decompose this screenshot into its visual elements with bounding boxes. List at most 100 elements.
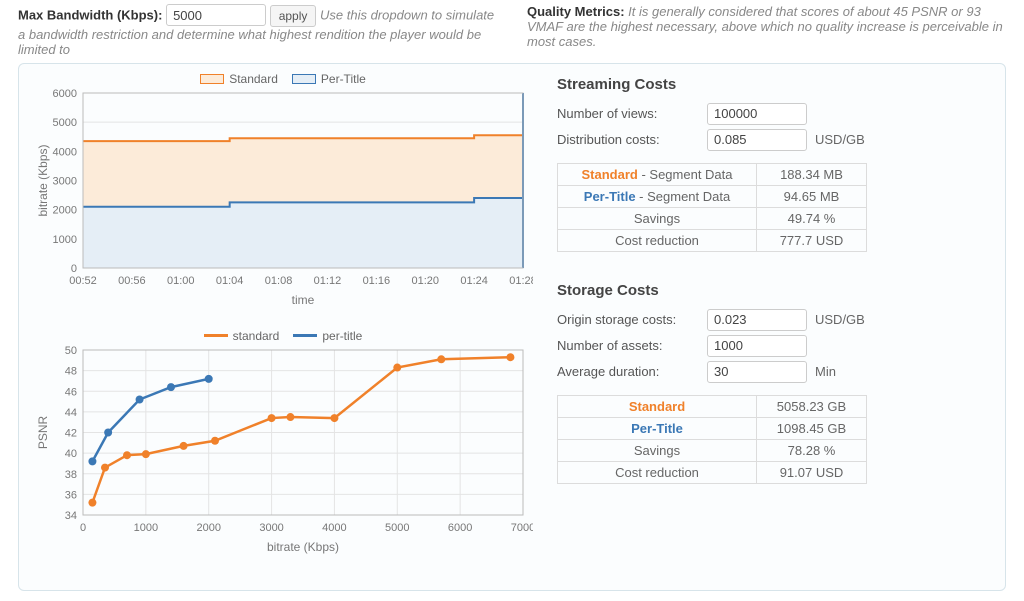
table-row: Per-Title1098.45 GB	[558, 417, 867, 439]
svg-text:3000: 3000	[259, 522, 283, 534]
svg-text:5000: 5000	[53, 117, 77, 129]
svg-text:0: 0	[71, 263, 77, 275]
table-row: Standard - Segment Data188.34 MB	[558, 163, 867, 185]
max-bandwidth-label: Max Bandwidth (Kbps):	[18, 8, 162, 23]
svg-text:01:04: 01:04	[216, 275, 244, 287]
legend-swatch-per-title	[293, 334, 317, 337]
svg-text:5000: 5000	[385, 522, 409, 534]
legend-swatch-per-title	[292, 74, 316, 84]
svg-text:01:24: 01:24	[460, 275, 488, 287]
svg-text:01:16: 01:16	[363, 275, 391, 287]
row-label: Savings	[558, 439, 757, 461]
chart2-svg: 34 36 38 40 42 44 46 48 50 0 1000 2000 3000 4000 5000 6…	[33, 345, 533, 555]
apply-button[interactable]: apply	[270, 5, 317, 27]
row-value: 1098.45 GB	[757, 417, 867, 439]
origin-cost-input[interactable]	[707, 309, 807, 331]
duration-label: Average duration:	[557, 364, 707, 379]
row-value: 188.34 MB	[757, 163, 867, 185]
row-value: 78.28 %	[757, 439, 867, 461]
assets-label: Number of assets:	[557, 338, 707, 353]
row-value: 5058.23 GB	[757, 395, 867, 417]
dist-costs-input[interactable]	[707, 129, 807, 151]
table-row: Savings49.74 %	[558, 207, 867, 229]
row-label: Standard	[558, 395, 757, 417]
table-row: Standard5058.23 GB	[558, 395, 867, 417]
svg-text:01:08: 01:08	[265, 275, 293, 287]
chart1-legend: Standard Per-Title	[33, 72, 533, 86]
svg-text:44: 44	[65, 406, 77, 418]
top-bar: Max Bandwidth (Kbps): apply Use this dro…	[18, 4, 1006, 57]
table-row: Cost reduction777.7 USD	[558, 229, 867, 251]
svg-text:PSNR: PSNR	[36, 415, 50, 449]
dist-costs-unit: USD/GB	[815, 132, 865, 147]
svg-text:50: 50	[65, 345, 77, 357]
row-value: 49.74 %	[757, 207, 867, 229]
duration-unit: Min	[815, 364, 836, 379]
table-row: Per-Title - Segment Data94.65 MB	[558, 185, 867, 207]
row-label: Savings	[558, 207, 757, 229]
svg-text:34: 34	[65, 510, 77, 522]
views-input[interactable]	[707, 103, 807, 125]
legend-swatch-standard	[200, 74, 224, 84]
svg-text:01:20: 01:20	[411, 275, 439, 287]
svg-text:bitrate (Kbps): bitrate (Kbps)	[267, 540, 339, 554]
svg-text:36: 36	[65, 489, 77, 501]
svg-text:01:00: 01:00	[167, 275, 195, 287]
row-label: Standard - Segment Data	[558, 163, 757, 185]
streaming-results-table: Standard - Segment Data188.34 MBPer-Titl…	[557, 163, 867, 252]
streaming-heading: Streaming Costs	[557, 76, 991, 93]
svg-text:00:52: 00:52	[69, 275, 97, 287]
svg-text:6000: 6000	[53, 88, 77, 100]
svg-text:4000: 4000	[53, 146, 77, 158]
svg-text:3000: 3000	[53, 175, 77, 187]
legend-swatch-standard	[204, 334, 228, 337]
svg-text:1000: 1000	[53, 233, 77, 245]
svg-text:00:56: 00:56	[118, 275, 146, 287]
svg-text:6000: 6000	[448, 522, 472, 534]
svg-text:01:12: 01:12	[314, 275, 342, 287]
row-value: 777.7 USD	[757, 229, 867, 251]
duration-input[interactable]	[707, 361, 807, 383]
table-row: Cost reduction91.07 USD	[558, 461, 867, 483]
svg-text:2000: 2000	[196, 522, 220, 534]
storage-heading: Storage Costs	[557, 282, 991, 299]
dist-costs-label: Distribution costs:	[557, 132, 707, 147]
svg-text:48: 48	[65, 365, 77, 377]
row-value: 94.65 MB	[757, 185, 867, 207]
storage-costs-block: Storage Costs Origin storage costs: USD/…	[551, 282, 991, 484]
max-bandwidth-input[interactable]	[166, 4, 266, 26]
legend-label: Per-Title	[321, 72, 366, 86]
bitrate-time-chart: Standard Per-Title 0 1000 2000 3000 4000 5000…	[33, 72, 533, 311]
storage-results-table: Standard5058.23 GBPer-Title1098.45 GBSav…	[557, 395, 867, 484]
row-label: Per-Title	[558, 417, 757, 439]
psnr-bitrate-chart: standard per-title 34 36 38 40 42 44 46 48 50 0 10…	[33, 329, 533, 558]
views-label: Number of views:	[557, 106, 707, 121]
row-label: Cost reduction	[558, 461, 757, 483]
chart1-svg: 0 1000 2000 3000 4000 5000 6000 00:52 00:56 01:00…	[33, 88, 533, 308]
svg-text:time: time	[292, 293, 315, 307]
svg-text:38: 38	[65, 468, 77, 480]
legend-label: per-title	[322, 329, 362, 343]
quality-metrics-label: Quality Metrics:	[527, 4, 625, 19]
svg-text:2000: 2000	[53, 204, 77, 216]
svg-text:1000: 1000	[134, 522, 158, 534]
svg-text:01:28: 01:28	[509, 275, 533, 287]
svg-text:4000: 4000	[322, 522, 346, 534]
legend-label: Standard	[229, 72, 278, 86]
origin-cost-label: Origin storage costs:	[557, 312, 707, 327]
streaming-costs-block: Streaming Costs Number of views: Distrib…	[551, 76, 991, 252]
assets-input[interactable]	[707, 335, 807, 357]
svg-text:bitrate (Kbps): bitrate (Kbps)	[36, 144, 50, 216]
svg-text:0: 0	[80, 522, 86, 534]
row-value: 91.07 USD	[757, 461, 867, 483]
main-panel: Standard Per-Title 010002000300040005000…	[18, 63, 1006, 591]
origin-cost-unit: USD/GB	[815, 312, 865, 327]
chart2-legend: standard per-title	[33, 329, 533, 343]
svg-text:40: 40	[65, 448, 77, 460]
table-row: Savings78.28 %	[558, 439, 867, 461]
row-label: Per-Title - Segment Data	[558, 185, 757, 207]
svg-text:7000: 7000	[511, 522, 533, 534]
svg-text:46: 46	[65, 386, 77, 398]
svg-text:42: 42	[65, 427, 77, 439]
row-label: Cost reduction	[558, 229, 757, 251]
